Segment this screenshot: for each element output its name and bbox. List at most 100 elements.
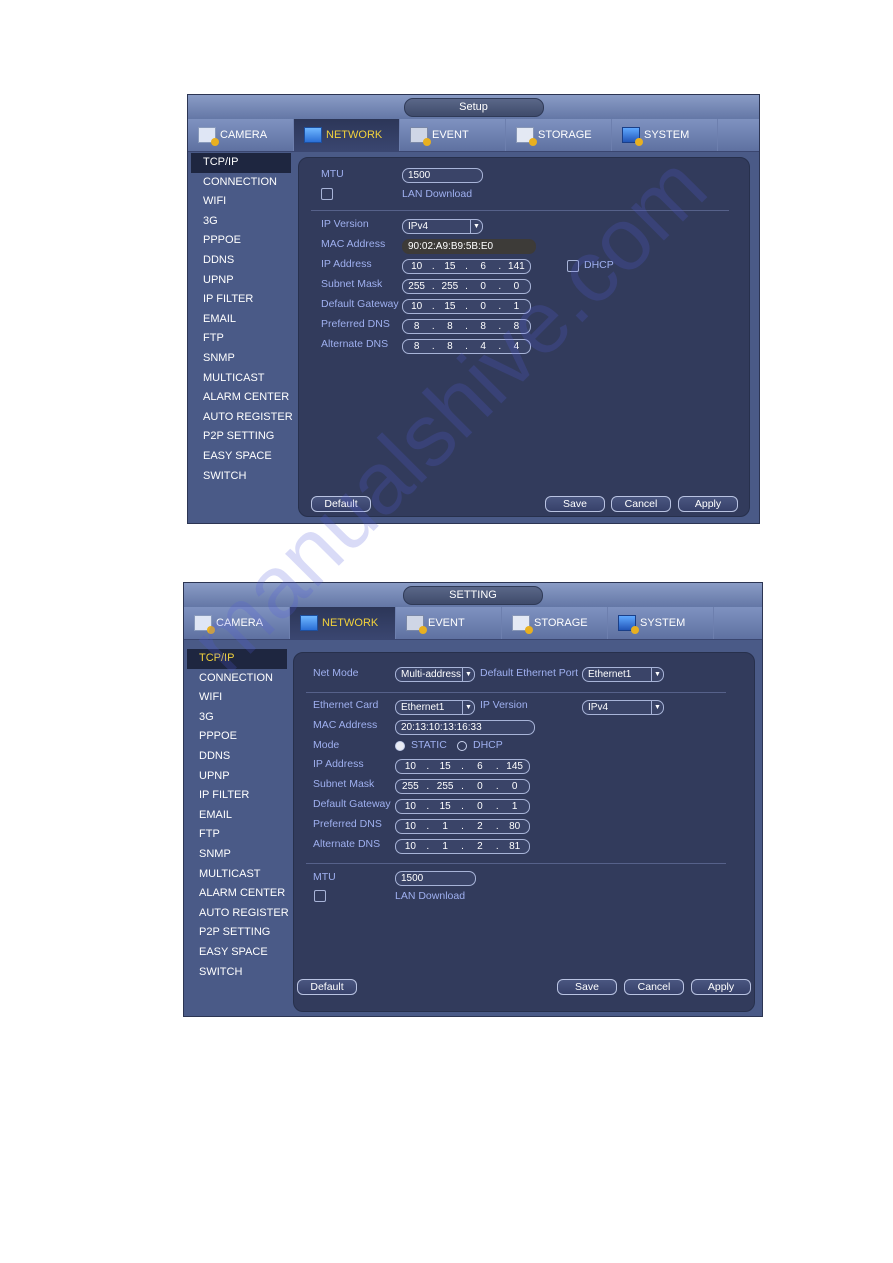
sidebar-item-wifi[interactable]: WIFI (187, 688, 287, 708)
tab-camera[interactable]: CAMERA (188, 119, 294, 151)
mode-static-radio[interactable] (395, 741, 405, 751)
alternate-dns-input[interactable]: 10. 1. 2. 81 (395, 839, 530, 854)
sidebar-item-multicast[interactable]: MULTICAST (191, 369, 291, 389)
lan-download-checkbox[interactable] (321, 188, 333, 200)
octet[interactable]: 15 (431, 800, 460, 813)
ethernet-card-select[interactable]: Ethernet1 ▼ (395, 700, 475, 715)
mode-dhcp-radio[interactable] (457, 741, 467, 751)
sidebar-item-multicast[interactable]: MULTICAST (187, 865, 287, 885)
tab-storage[interactable]: STORAGE (502, 607, 608, 639)
ip-version-select[interactable]: IPv4 ▼ (402, 219, 483, 234)
octet[interactable]: 8 (403, 340, 430, 353)
lan-download-checkbox[interactable] (314, 890, 326, 902)
octet[interactable]: 8 (436, 320, 463, 333)
octet[interactable]: 8 (436, 340, 463, 353)
octet[interactable]: 15 (431, 760, 460, 773)
sidebar-item-switch[interactable]: SWITCH (191, 467, 291, 487)
octet[interactable]: 80 (500, 820, 529, 833)
subnet-mask-input[interactable]: 255. 255. 0. 0 (395, 779, 530, 794)
apply-button[interactable]: Apply (691, 979, 751, 995)
sidebar-item-connection[interactable]: CONNECTION (191, 173, 291, 193)
octet[interactable]: 4 (503, 340, 530, 353)
octet[interactable]: 145 (500, 760, 529, 773)
octet[interactable]: 15 (436, 260, 463, 273)
octet[interactable]: 6 (466, 760, 495, 773)
octet[interactable]: 0 (500, 780, 529, 793)
octet[interactable]: 10 (396, 840, 425, 853)
octet[interactable]: 0 (466, 800, 495, 813)
sidebar-item-upnp[interactable]: UPNP (187, 767, 287, 787)
sidebar-item-upnp[interactable]: UPNP (191, 271, 291, 291)
subnet-mask-input[interactable]: 255. 255. 0. 0 (402, 279, 531, 294)
sidebar-item-connection[interactable]: CONNECTION (187, 669, 287, 689)
octet[interactable]: 8 (470, 320, 497, 333)
tab-network[interactable]: NETWORK (290, 607, 396, 639)
apply-button[interactable]: Apply (678, 496, 738, 512)
sidebar-item-ip-filter[interactable]: IP FILTER (191, 290, 291, 310)
mtu-input[interactable]: 1500 (395, 871, 476, 886)
tab-system[interactable]: SYSTEM (608, 607, 714, 639)
ip-address-input[interactable]: 10. 15. 6. 141 (402, 259, 531, 274)
octet[interactable]: 255 (431, 780, 460, 793)
default-ethernet-port-select[interactable]: Ethernet1 ▼ (582, 667, 664, 682)
alternate-dns-input[interactable]: 8. 8. 4. 4 (402, 339, 531, 354)
tab-network[interactable]: NETWORK (294, 119, 400, 151)
octet[interactable]: 4 (470, 340, 497, 353)
sidebar-item-easy-space[interactable]: EASY SPACE (191, 447, 291, 467)
sidebar-item-easy-space[interactable]: EASY SPACE (187, 943, 287, 963)
octet[interactable]: 10 (403, 260, 430, 273)
sidebar-item-ip-filter[interactable]: IP FILTER (187, 786, 287, 806)
octet[interactable]: 0 (503, 280, 530, 293)
octet[interactable]: 8 (403, 320, 430, 333)
sidebar-item-alarm-center[interactable]: ALARM CENTER (187, 884, 287, 904)
octet[interactable]: 1 (431, 840, 460, 853)
tab-event[interactable]: EVENT (400, 119, 506, 151)
octet[interactable]: 10 (396, 760, 425, 773)
sidebar-item-ddns[interactable]: DDNS (187, 747, 287, 767)
octet[interactable]: 8 (503, 320, 530, 333)
sidebar-item-pppoe[interactable]: PPPOE (187, 727, 287, 747)
sidebar-item-auto-register[interactable]: AUTO REGISTER (187, 904, 289, 924)
sidebar-item-snmp[interactable]: SNMP (191, 349, 291, 369)
default-button[interactable]: Default (311, 496, 371, 512)
default-gateway-input[interactable]: 10. 15. 0. 1 (395, 799, 530, 814)
sidebar-item-snmp[interactable]: SNMP (187, 845, 287, 865)
octet[interactable]: 2 (466, 820, 495, 833)
sidebar-item-auto-register[interactable]: AUTO REGISTER (191, 408, 293, 428)
sidebar-item-email[interactable]: EMAIL (191, 310, 291, 330)
sidebar-item-3g[interactable]: 3G (187, 708, 287, 728)
octet[interactable]: 141 (503, 260, 530, 273)
sidebar-item-tcpip[interactable]: TCP/IP (187, 649, 287, 669)
octet[interactable]: 10 (396, 820, 425, 833)
octet[interactable]: 255 (403, 280, 430, 293)
sidebar-item-ddns[interactable]: DDNS (191, 251, 291, 271)
octet[interactable]: 15 (436, 300, 463, 313)
default-gateway-input[interactable]: 10. 15. 0. 1 (402, 299, 531, 314)
sidebar-item-tcpip[interactable]: TCP/IP (191, 153, 291, 173)
octet[interactable]: 0 (466, 780, 495, 793)
mtu-input[interactable]: 1500 (402, 168, 483, 183)
cancel-button[interactable]: Cancel (624, 979, 684, 995)
sidebar-item-ftp[interactable]: FTP (191, 329, 291, 349)
sidebar-item-wifi[interactable]: WIFI (191, 192, 291, 212)
tab-storage[interactable]: STORAGE (506, 119, 612, 151)
sidebar-item-pppoe[interactable]: PPPOE (191, 231, 291, 251)
octet[interactable]: 255 (396, 780, 425, 793)
tab-system[interactable]: SYSTEM (612, 119, 718, 151)
preferred-dns-input[interactable]: 10. 1. 2. 80 (395, 819, 530, 834)
octet[interactable]: 2 (466, 840, 495, 853)
octet[interactable]: 0 (470, 280, 497, 293)
sidebar-item-p2p-setting[interactable]: P2P SETTING (187, 923, 287, 943)
octet[interactable]: 6 (470, 260, 497, 273)
octet[interactable]: 1 (503, 300, 530, 313)
save-button[interactable]: Save (557, 979, 617, 995)
octet[interactable]: 10 (403, 300, 430, 313)
sidebar-item-email[interactable]: EMAIL (187, 806, 287, 826)
octet[interactable]: 81 (500, 840, 529, 853)
ip-version-select[interactable]: IPv4 ▼ (582, 700, 664, 715)
octet[interactable]: 1 (431, 820, 460, 833)
octet[interactable]: 255 (436, 280, 463, 293)
sidebar-item-3g[interactable]: 3G (191, 212, 291, 232)
cancel-button[interactable]: Cancel (611, 496, 671, 512)
dhcp-checkbox[interactable] (567, 260, 579, 272)
